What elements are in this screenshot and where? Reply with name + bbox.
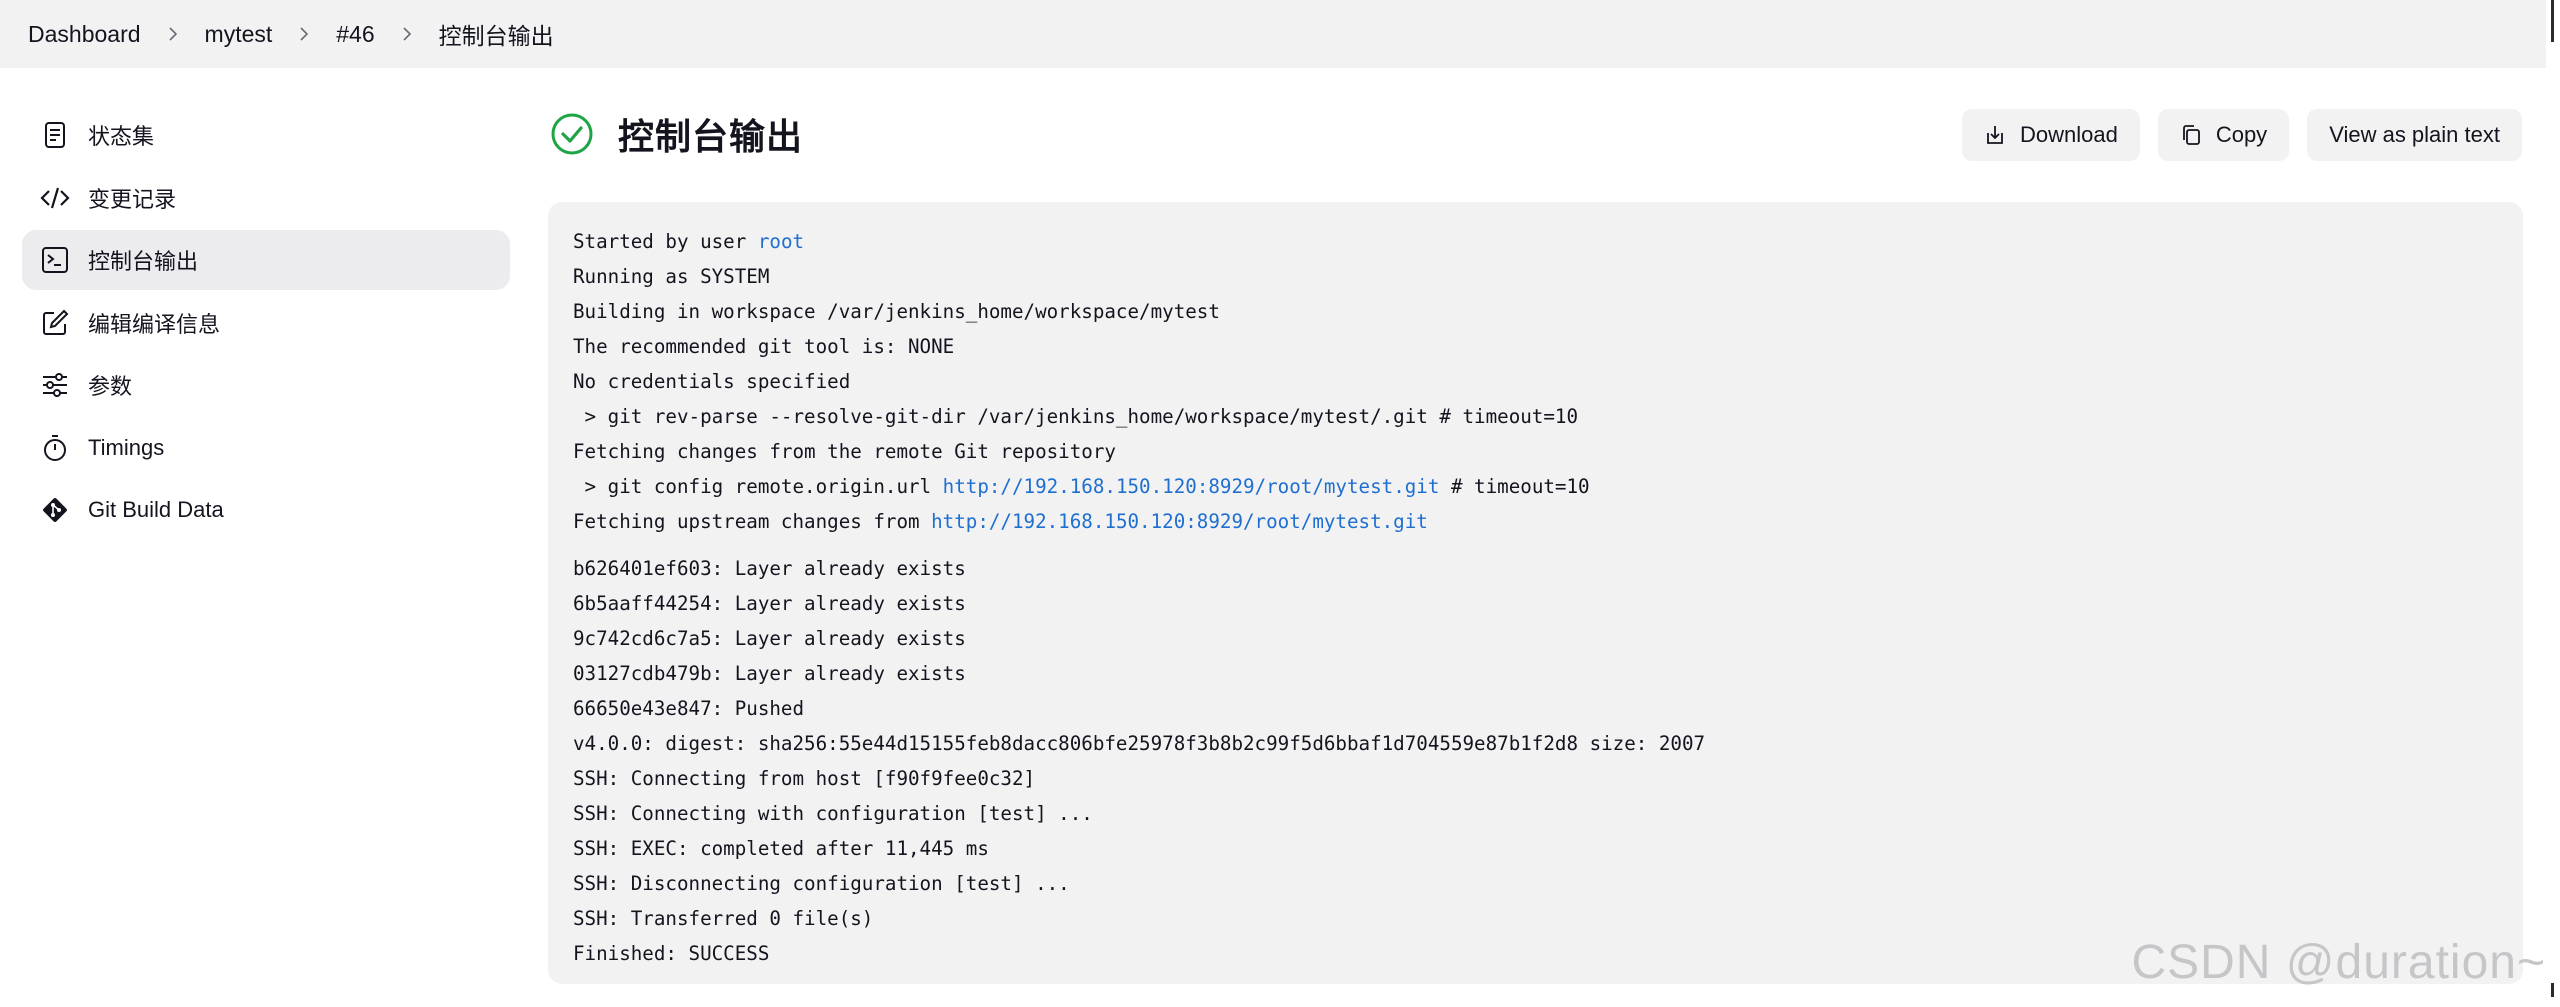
console-line: v4.0.0: digest: sha256:55e44d15155feb8da… bbox=[573, 732, 1706, 755]
document-icon bbox=[38, 118, 72, 152]
breadcrumb-dashboard[interactable]: Dashboard bbox=[28, 21, 141, 48]
breadcrumb-job[interactable]: mytest bbox=[205, 21, 273, 48]
sidebar-item-label: 状态集 bbox=[88, 124, 155, 149]
breadcrumb-current[interactable]: 控制台输出 bbox=[439, 17, 554, 51]
copy-button[interactable]: Copy bbox=[2157, 109, 2290, 161]
vertical-scrollbar[interactable] bbox=[2546, 0, 2560, 1007]
copy-icon bbox=[2182, 125, 2200, 145]
sidebar-item-label: 参数 bbox=[88, 374, 133, 399]
sidebar-item-label: 变更记录 bbox=[88, 186, 177, 212]
page-header: 控制台输出 bbox=[550, 108, 803, 160]
sidebar-item-changes[interactable]: 变更记录 bbox=[22, 168, 510, 228]
console-line: The recommended git tool is: NONE bbox=[573, 335, 955, 358]
edit-icon bbox=[38, 306, 72, 340]
console-line: Started by user root bbox=[573, 224, 1705, 259]
view-plain-text-button[interactable]: View as plain text bbox=[2307, 109, 2522, 161]
console-actions: Download Copy View as plain text bbox=[1961, 109, 2522, 161]
sidebar-item-label: Timings bbox=[88, 434, 165, 460]
download-button[interactable]: Download bbox=[1961, 109, 2140, 161]
console-line: Building in workspace /var/jenkins_home/… bbox=[573, 300, 1220, 323]
console-line: Finished: SUCCESS bbox=[573, 942, 770, 965]
console-line: Fetching changes from the remote Git rep… bbox=[573, 440, 1116, 463]
console-lines: Started by user root Running as SYSTEM Bu… bbox=[573, 224, 1705, 971]
sliders-icon bbox=[38, 368, 72, 402]
sidebar-item-label: Git Build Data bbox=[88, 497, 224, 522]
console-line: SSH: Disconnecting configuration [test] … bbox=[573, 872, 1070, 895]
terminal-icon bbox=[38, 243, 72, 277]
sidebar: 状态集 变更记录 控制台输出 编辑编译信息 参数 Timings Git Bui… bbox=[22, 105, 510, 543]
scrollbar-arrow[interactable] bbox=[2551, 983, 2554, 997]
sidebar-item-label: 编辑编译信息 bbox=[88, 311, 221, 337]
chevron-right-icon bbox=[390, 22, 424, 46]
download-icon bbox=[1987, 126, 2003, 144]
breadcrumb-build[interactable]: #46 bbox=[336, 21, 374, 48]
page-title: 控制台输出 bbox=[618, 116, 804, 157]
sidebar-item-timings[interactable]: Timings bbox=[22, 418, 510, 478]
console-output[interactable]: Started by user root Running as SYSTEM Bu… bbox=[548, 202, 2523, 984]
download-label: Download bbox=[2019, 122, 2118, 147]
console-line: SSH: Connecting from host [f90f9fee0c32] bbox=[573, 767, 1036, 790]
console-line: Fetching upstream changes from http://19… bbox=[573, 504, 1705, 539]
sidebar-item-edit-info[interactable]: 编辑编译信息 bbox=[22, 293, 510, 353]
console-line: 6b5aaff44254: Layer already exists bbox=[573, 592, 966, 615]
console-line: SSH: EXEC: completed after 11,445 ms bbox=[573, 837, 989, 860]
console-text: # timeout=10 bbox=[1439, 475, 1590, 498]
sidebar-item-label: 控制台输出 bbox=[88, 249, 199, 274]
chevron-right-icon bbox=[287, 22, 321, 46]
view-plain-text-label: View as plain text bbox=[2329, 122, 2500, 147]
console-text: Fetching upstream changes from bbox=[573, 510, 932, 533]
chevron-right-icon bbox=[156, 22, 190, 46]
git-icon bbox=[38, 493, 72, 527]
console-line: SSH: Transferred 0 file(s) bbox=[573, 907, 874, 930]
console-line: > git rev-parse --resolve-git-dir /var/j… bbox=[573, 405, 1579, 428]
scrollbar-thumb[interactable] bbox=[2551, 0, 2554, 42]
console-line: 9c742cd6c7a5: Layer already exists bbox=[573, 627, 966, 650]
console-line: SSH: Connecting with configuration [test… bbox=[573, 802, 1093, 825]
breadcrumb: Dashboard mytest #46 控制台输出 bbox=[28, 17, 554, 51]
console-line: b626401ef603: Layer already exists bbox=[573, 557, 966, 580]
console-line: 66650e43e847: Pushed bbox=[573, 697, 805, 720]
console-text: Started by user bbox=[573, 230, 758, 253]
sidebar-item-console[interactable]: 控制台输出 bbox=[22, 230, 510, 290]
console-line: Running as SYSTEM bbox=[573, 265, 770, 288]
console-line: > git config remote.origin.url http://19… bbox=[573, 469, 1705, 504]
user-link[interactable]: root bbox=[758, 230, 804, 253]
code-icon bbox=[38, 181, 72, 215]
console-line: 03127cdb479b: Layer already exists bbox=[573, 662, 966, 685]
console-text: > git config remote.origin.url bbox=[573, 475, 943, 498]
watermark: CSDN @duration~ bbox=[2131, 936, 2546, 989]
success-check-icon bbox=[550, 112, 594, 156]
stopwatch-icon bbox=[38, 431, 72, 465]
sidebar-item-parameters[interactable]: 参数 bbox=[22, 355, 510, 415]
repo-url-link[interactable]: http://192.168.150.120:8929/root/mytest.… bbox=[931, 510, 1428, 533]
console-line: No credentials specified bbox=[573, 370, 851, 393]
copy-label: Copy bbox=[2215, 122, 2268, 147]
breadcrumb-bar: Dashboard mytest #46 控制台输出 bbox=[0, 0, 2546, 68]
repo-url-link[interactable]: http://192.168.150.120:8929/root/mytest.… bbox=[943, 475, 1440, 498]
sidebar-item-git-build-data[interactable]: Git Build Data bbox=[22, 480, 510, 540]
console-collapsed-gap bbox=[573, 539, 1705, 551]
sidebar-item-status[interactable]: 状态集 bbox=[22, 105, 510, 165]
